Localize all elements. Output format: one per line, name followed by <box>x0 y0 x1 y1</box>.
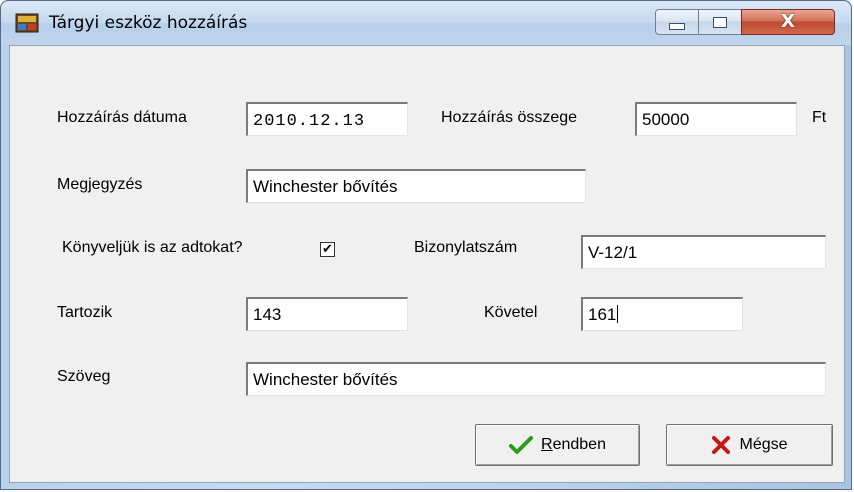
maximize-icon <box>713 16 727 28</box>
text-label: Szöveg <box>57 368 111 385</box>
cancel-label: Mégse <box>739 436 788 453</box>
book-tax-label: Könyveljük is az adtokat? <box>62 239 243 256</box>
debit-label: Tartozik <box>57 304 113 321</box>
ok-button[interactable]: Rendben <box>475 424 640 466</box>
minimize-button[interactable] <box>655 9 699 35</box>
amount-label: Hozzáírás összege <box>441 109 578 126</box>
x-icon <box>711 435 731 455</box>
book-tax-checkbox[interactable]: ✔ <box>320 242 335 257</box>
dialog-window: Tárgyi eszköz hozzáírás X Hozzáírás dátu… <box>0 0 852 490</box>
date-field[interactable]: 2010.12.13 <box>246 102 408 136</box>
checkmark-icon: ✔ <box>322 242 333 257</box>
credit-field[interactable]: 161 <box>581 297 743 331</box>
date-label: Hozzáírás dátuma <box>57 109 187 126</box>
close-icon: X <box>781 11 795 32</box>
amount-field[interactable]: 50000 <box>635 102 797 136</box>
text-field[interactable]: Winchester bővítés <box>246 362 826 396</box>
ok-label: Rendben <box>541 436 606 453</box>
title-bar[interactable]: Tárgyi eszköz hozzáírás X <box>1 1 851 45</box>
minimize-icon <box>669 22 685 30</box>
credit-value: 161 <box>588 305 617 324</box>
window-title: Tárgyi eszköz hozzáírás <box>49 13 248 33</box>
close-button[interactable]: X <box>741 9 835 35</box>
voucher-label: Bizonylatszám <box>414 239 518 256</box>
checkmark-icon <box>509 435 534 455</box>
cancel-button[interactable]: Mégse <box>666 424 833 466</box>
voucher-field[interactable]: V-12/1 <box>581 235 826 269</box>
app-icon <box>15 12 39 34</box>
maximize-button[interactable] <box>698 9 742 35</box>
note-field[interactable]: Winchester bővítés <box>246 169 586 203</box>
credit-label: Követel <box>484 304 538 321</box>
note-label: Megjegyzés <box>57 176 143 193</box>
text-caret <box>617 305 619 323</box>
currency-label: Ft <box>812 109 827 126</box>
dialog-client-area: Hozzáírás dátuma 2010.12.13 Hozzáírás ös… <box>9 45 845 483</box>
debit-field[interactable]: 143 <box>246 297 408 331</box>
